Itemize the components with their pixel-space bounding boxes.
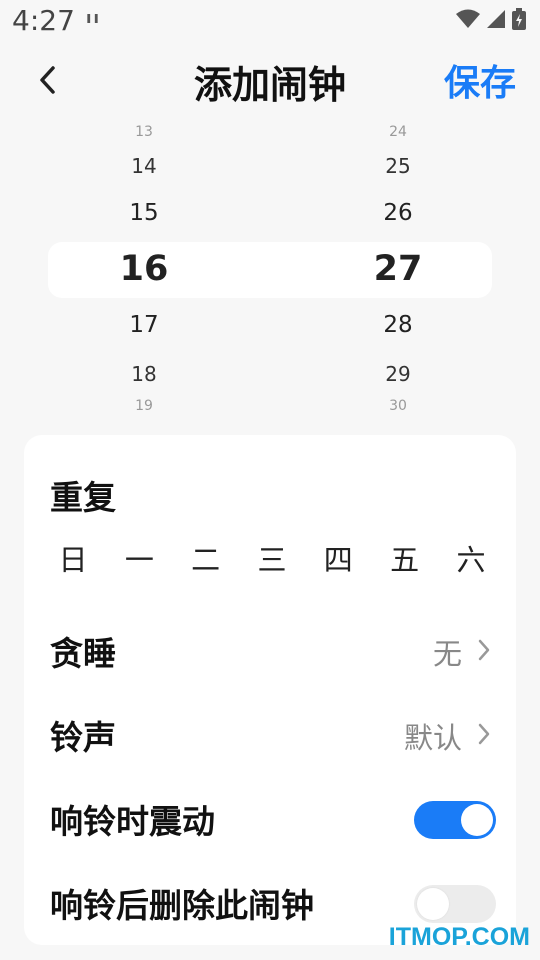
day-thursday[interactable]: 四 [315,537,361,579]
day-monday[interactable]: 一 [116,537,162,579]
minute-option[interactable]: 25 [338,154,458,178]
hour-option[interactable]: 15 [84,200,204,226]
minute-option[interactable]: 28 [338,312,458,338]
battery-icon [512,8,526,30]
minute-wheel[interactable]: 24 25 26 27 28 29 30 [338,118,458,418]
minute-option[interactable]: 30 [338,398,458,414]
cellular-signal-icon [487,10,505,28]
notification-icon: ıı [86,8,101,27]
snooze-label: 贪睡 [50,634,116,673]
snooze-value: 无 [432,637,462,671]
chevron-right-icon [478,639,490,661]
settings-card: 重复 日 一 二 三 四 五 六 贪睡 无 铃声 默认 响铃时震动 响铃后删除此… [24,435,516,945]
vibrate-toggle[interactable] [414,801,496,839]
hour-option[interactable]: 14 [84,154,204,178]
day-friday[interactable]: 五 [382,537,428,579]
selected-minute[interactable]: 27 [338,249,458,289]
hour-option[interactable]: 18 [84,362,204,386]
vibrate-row: 响铃时震动 [50,787,496,847]
minute-option[interactable]: 24 [338,124,458,140]
status-icons [456,8,526,30]
hour-option[interactable]: 19 [84,398,204,414]
watermark: ITMOP.COM [388,923,530,951]
delete-after-toggle[interactable] [414,885,496,923]
day-tuesday[interactable]: 二 [183,537,229,579]
status-time: 4:27 [12,4,75,37]
day-sunday[interactable]: 日 [50,537,96,579]
snooze-row[interactable]: 贪睡 无 [50,619,494,679]
hour-option[interactable]: 17 [84,312,204,338]
hour-wheel[interactable]: 13 14 15 16 17 18 19 [84,118,204,418]
ringtone-value: 默认 [403,721,462,755]
chevron-right-icon [478,723,490,745]
minute-option[interactable]: 29 [338,362,458,386]
toggle-knob [417,888,449,920]
day-saturday[interactable]: 六 [448,537,494,579]
weekday-selector: 日 一 二 三 四 五 六 [50,537,494,579]
delete-after-row: 响铃后删除此闹钟 [50,871,496,931]
toggle-knob [461,804,493,836]
hour-option[interactable]: 13 [84,124,204,140]
repeat-title: 重复 [50,478,116,517]
minute-option[interactable]: 26 [338,200,458,226]
time-picker[interactable]: 13 14 15 16 17 18 19 24 25 26 27 28 29 3… [0,118,540,418]
day-wednesday[interactable]: 三 [249,537,295,579]
delete-after-label: 响铃后删除此闹钟 [50,886,314,925]
header: 添加闹钟 保存 [0,50,540,110]
vibrate-label: 响铃时震动 [50,802,215,841]
ringtone-row[interactable]: 铃声 默认 [50,703,494,763]
wifi-icon [456,9,480,28]
ringtone-label: 铃声 [50,718,116,757]
status-bar: 4:27 ıı [0,0,540,44]
selected-hour[interactable]: 16 [84,249,204,289]
save-button[interactable]: 保存 [444,54,516,106]
